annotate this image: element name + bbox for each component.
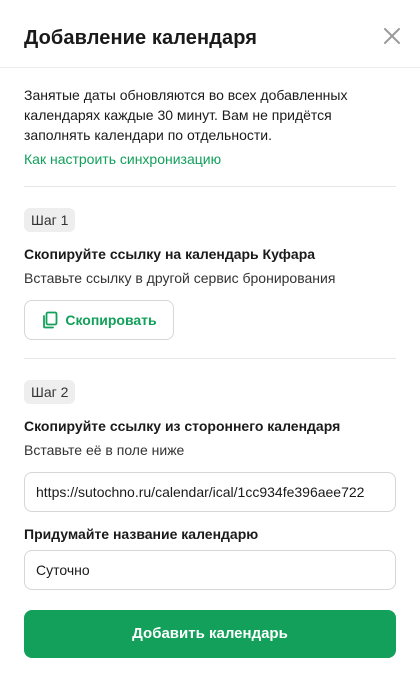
add-calendar-button[interactable]: Добавить календарь: [24, 610, 396, 658]
add-calendar-label: Добавить календарь: [132, 625, 288, 642]
step-1-badge: Шаг 1: [24, 208, 76, 232]
copy-icon: [41, 311, 59, 329]
calendar-url-input[interactable]: [25, 473, 395, 511]
copy-button-label: Скопировать: [65, 312, 157, 328]
calendar-name-input[interactable]: [25, 551, 395, 589]
dialog-header: Добавление календаря: [0, 0, 420, 68]
calendar-name-label: Придумайте название календарю: [24, 526, 259, 542]
step-2-title: Скопируйте ссылку из стороннего календар…: [24, 418, 341, 434]
copy-link-button[interactable]: Скопировать: [24, 300, 174, 340]
close-button[interactable]: [380, 24, 404, 48]
divider: [24, 358, 396, 359]
calendar-name-field[interactable]: [24, 550, 396, 590]
calendar-url-field[interactable]: [24, 472, 396, 512]
step-2-subtitle: Вставьте её в поле ниже: [24, 442, 185, 458]
step-1-subtitle: Вставьте ссылку в другой сервис брониров…: [24, 270, 336, 286]
info-text: Занятые даты обновляются во всех добавле…: [24, 87, 348, 143]
close-icon: [380, 24, 404, 48]
divider: [24, 186, 396, 187]
sync-help-link[interactable]: Как настроить синхронизацию: [24, 149, 221, 169]
step-1-title: Скопируйте ссылку на календарь Куфара: [24, 246, 316, 262]
step-2-badge: Шаг 2: [24, 380, 76, 404]
dialog-title: Добавление календаря: [24, 27, 258, 49]
